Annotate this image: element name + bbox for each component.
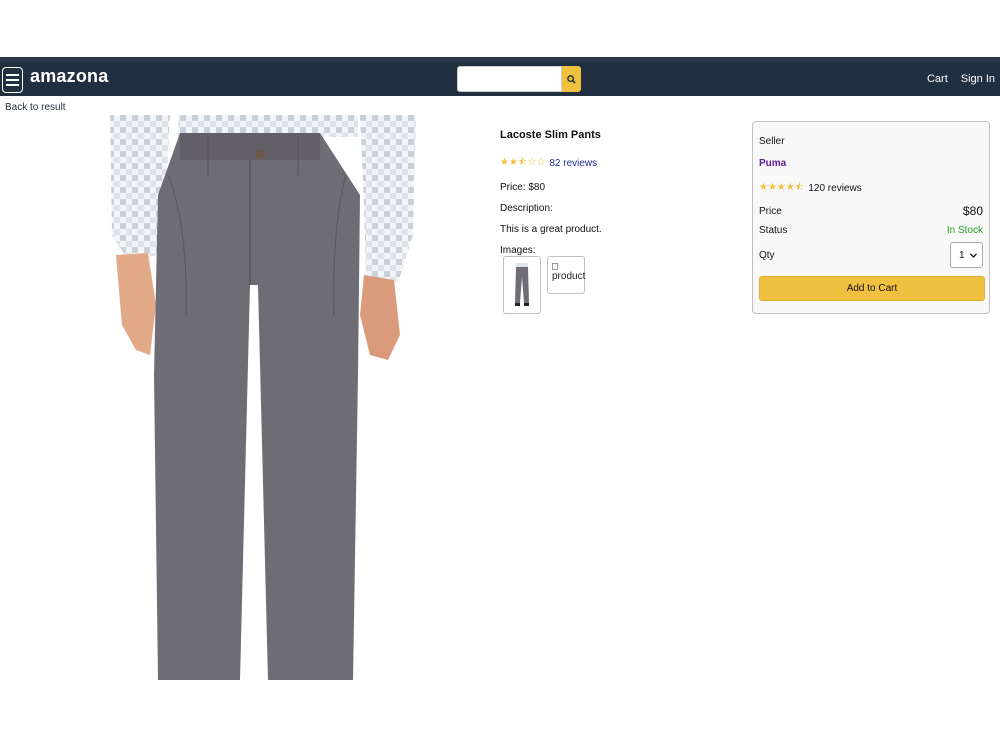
menu-toggle-button[interactable] [2, 67, 23, 93]
product-title: Lacoste Slim Pants [500, 129, 601, 141]
description-text: This is a great product. [500, 224, 602, 235]
brand-logo[interactable]: amazona [30, 66, 108, 87]
chevron-down-icon [970, 252, 977, 258]
product-rating: ★★⯪☆☆ 82 reviews [500, 155, 730, 172]
star-half-icon: ⯪ [517, 157, 528, 168]
search-icon [567, 74, 576, 84]
rating-stars: ★★⯪☆☆ [500, 157, 546, 168]
status-row: Status In Stock [759, 225, 983, 236]
seller-card: Seller Puma ★★★★⯪ 120 reviews Price $80 … [752, 121, 990, 314]
pants-thumbnail-icon [515, 263, 529, 306]
qty-value: 1 [959, 249, 965, 261]
price-row: Price $80 [759, 204, 983, 218]
hamburger-icon [6, 74, 19, 76]
status-value: In Stock [946, 225, 983, 236]
qty-select[interactable]: 1 [950, 242, 983, 268]
product-main-image [108, 115, 418, 680]
description-label: Description: [500, 203, 553, 214]
status-label: Status [759, 225, 788, 236]
top-header: amazona Cart Sign In [0, 57, 1000, 96]
product-price: Price: $80 [500, 182, 546, 193]
broken-image-icon [552, 263, 558, 270]
thumbnail-image-1[interactable] [503, 256, 541, 314]
add-to-cart-button[interactable]: Add to Cart [759, 276, 985, 301]
product-info: Lacoste Slim Pants ★★⯪☆☆ 82 reviews Pric… [500, 129, 730, 314]
reviews-link[interactable]: 82 reviews [549, 158, 597, 169]
search-input[interactable] [457, 66, 562, 92]
signin-link[interactable]: Sign In [961, 73, 995, 85]
broken-image-alt: product [552, 271, 586, 282]
search-button[interactable] [562, 66, 581, 92]
seller-name-link[interactable]: Puma [759, 158, 786, 169]
images-label: Images: [500, 245, 536, 256]
qty-label: Qty [759, 249, 775, 261]
price-value: $80 [962, 204, 983, 218]
seller-rating-stars: ★★★★⯪ [759, 182, 805, 193]
seller-label: Seller [759, 136, 785, 147]
search-form [457, 66, 581, 92]
qty-row: Qty 1 [759, 242, 983, 268]
thumbnail-image-2-broken[interactable]: product [547, 256, 585, 294]
back-to-result-link[interactable]: Back to result [5, 102, 66, 113]
header-nav: Cart Sign In [927, 73, 995, 85]
price-label: Price [759, 205, 782, 217]
seller-reviews: 120 reviews [808, 183, 862, 194]
star-half-icon: ⯪ [794, 182, 805, 193]
cart-link[interactable]: Cart [927, 73, 948, 85]
image-thumbnails: product [500, 256, 730, 314]
seller-rating: ★★★★⯪ 120 reviews [759, 180, 983, 197]
top-spacer [0, 0, 1000, 57]
